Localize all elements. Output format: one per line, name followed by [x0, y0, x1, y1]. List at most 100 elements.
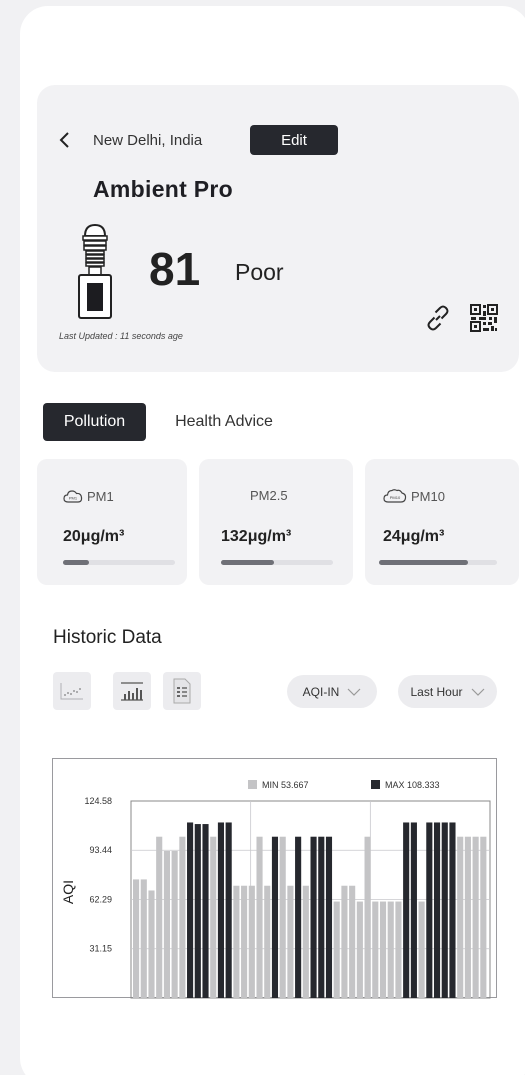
y-axis-label: AQI: [60, 880, 76, 904]
air-monitor-device-icon: [78, 223, 112, 319]
pm1-level-bar: [63, 560, 175, 565]
chart-bar: [171, 850, 178, 998]
chart-bar: [433, 822, 441, 998]
chart-bar: [395, 901, 402, 998]
pm10-level-fill: [379, 560, 468, 565]
chart-bar: [163, 850, 170, 998]
chart-bar: [349, 885, 356, 998]
pm25-card[interactable]: PM2.5 132μg/m³: [199, 459, 353, 585]
chart-bar: [356, 901, 363, 998]
chart-bar: [148, 890, 155, 998]
pm25-level-bar: [221, 560, 333, 565]
scatter-view-button[interactable]: [53, 672, 91, 710]
chart-bar: [318, 836, 325, 998]
cloud-icon: PM10: [383, 489, 407, 503]
chart-bar: [418, 901, 425, 998]
pm1-card[interactable]: PM1 PM1 20μg/m³: [37, 459, 187, 585]
y-tick-label: 62.29: [89, 895, 112, 905]
chart-bar: [225, 822, 232, 998]
chart-bar: [271, 836, 279, 998]
chart-bar: [210, 836, 217, 998]
legend-swatch: [371, 780, 380, 789]
time-range-select[interactable]: Last Hour: [398, 675, 497, 708]
cloud-icon: PM1: [63, 490, 83, 503]
last-updated-text: Last Updated : 11 seconds age: [59, 331, 183, 341]
chart-bar: [457, 836, 464, 998]
edit-button[interactable]: Edit: [250, 125, 338, 155]
chart-bar: [256, 836, 263, 998]
chart-bar: [410, 822, 417, 998]
chart-bar: [472, 836, 479, 998]
legend-swatch: [248, 780, 257, 789]
pm10-level-bar: [379, 560, 497, 565]
pm10-card[interactable]: PM10 PM10 24μg/m³: [365, 459, 519, 585]
chevron-down-icon: [471, 688, 484, 696]
chart-bar: [449, 822, 456, 998]
bar-view-button[interactable]: [113, 672, 151, 710]
chart-bar: [187, 822, 194, 998]
legend-label: MIN 53.667: [262, 780, 309, 790]
historic-chart: 124.58 93.44 62.29 31.15 AQI MIN 53.667 MAX 10…: [52, 758, 497, 999]
chevron-down-icon: [347, 688, 361, 696]
chart-bar: [480, 836, 487, 998]
chart-bar: [179, 836, 186, 998]
chart-bar: [426, 822, 433, 998]
svg-text:PM1: PM1: [69, 496, 78, 501]
chart-bar: [279, 836, 286, 998]
historic-data-title: Historic Data: [53, 627, 162, 648]
chart-bar: [372, 901, 379, 998]
chart-bar: [387, 901, 394, 998]
metric-select-value: AQI-IN: [302, 684, 340, 699]
pm1-label: PM1: [87, 488, 114, 504]
chart-bar: [194, 824, 201, 998]
y-tick-label: 124.58: [84, 796, 112, 806]
chart-bar: [133, 879, 140, 998]
scatter-chart-icon: [60, 683, 83, 700]
chart-bar: [325, 836, 333, 998]
chart-bar: [341, 885, 348, 998]
pm10-value: 24μg/m³: [383, 528, 445, 545]
chart-bar: [264, 885, 271, 998]
chart-bar: [464, 836, 471, 998]
device-name: Ambient Pro: [93, 176, 234, 202]
y-tick-label: 93.44: [89, 845, 112, 855]
table-view-icon: [173, 678, 191, 704]
tab-health-advice[interactable]: Health Advice: [160, 403, 288, 441]
location-label: New Delhi, India: [93, 132, 203, 149]
pm25-level-fill: [221, 560, 274, 565]
chart-bar: [233, 885, 240, 998]
pm25-label: PM2.5: [250, 488, 288, 503]
aqi-bar-chart: 124.58 93.44 62.29 31.15 AQI MIN 53.667 MAX 10…: [60, 780, 491, 999]
chart-bar: [202, 824, 209, 998]
pm1-level-fill: [63, 560, 89, 565]
table-view-button[interactable]: [163, 672, 201, 710]
tab-pollution[interactable]: Pollution: [43, 403, 146, 441]
chart-bar: [364, 836, 371, 998]
chart-bar: [140, 879, 147, 998]
chart-bar: [287, 885, 294, 998]
time-range-select-value: Last Hour: [410, 684, 463, 699]
chart-bar: [333, 901, 340, 998]
chart-bar: [217, 822, 225, 998]
pm10-label: PM10: [411, 488, 445, 504]
pm1-value: 20μg/m³: [63, 528, 125, 545]
bar-chart-icon: [121, 682, 143, 701]
chart-bar: [441, 822, 448, 998]
qr-code-icon[interactable]: [469, 303, 499, 333]
pm25-value: 132μg/m³: [221, 528, 292, 545]
svg-text:PM10: PM10: [390, 495, 401, 500]
device-card: New Delhi, India Edit Ambient Pro 81 Poo…: [37, 85, 519, 372]
chart-bar: [241, 885, 248, 998]
y-tick-label: 31.15: [89, 944, 112, 954]
link-icon[interactable]: [423, 303, 453, 333]
chart-bar: [156, 836, 163, 998]
back-arrow-icon[interactable]: [57, 130, 73, 150]
chart-bar: [403, 822, 410, 998]
chart-bar: [295, 836, 302, 998]
chart-bar: [248, 885, 255, 998]
chart-bar: [302, 885, 309, 998]
chart-bar: [310, 836, 317, 998]
metric-select[interactable]: AQI-IN: [287, 675, 377, 708]
aqi-status-label: Poor: [235, 259, 284, 285]
aqi-value: 81: [149, 243, 201, 295]
